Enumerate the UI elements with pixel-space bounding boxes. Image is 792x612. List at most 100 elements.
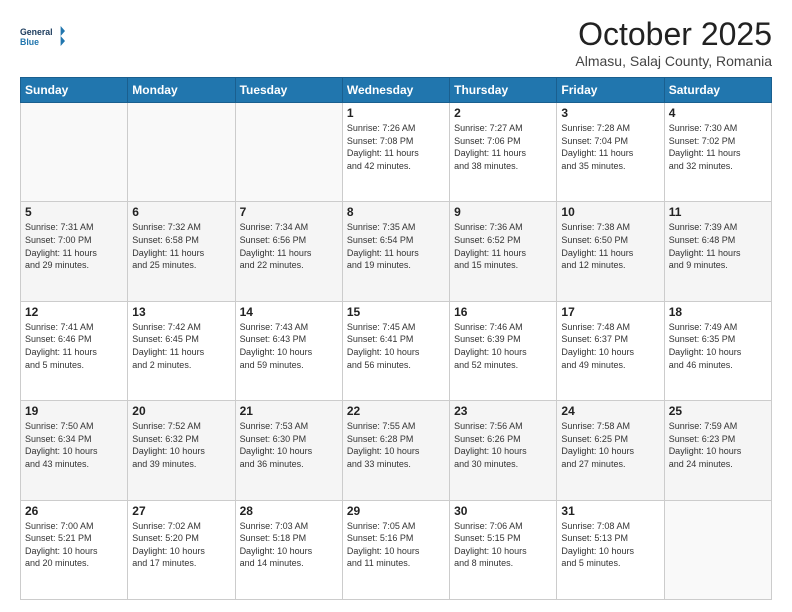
day-info: Sunrise: 7:30 AM Sunset: 7:02 PM Dayligh… xyxy=(669,122,767,172)
calendar-week-4: 19 Sunrise: 7:50 AM Sunset: 6:34 PM Dayli… xyxy=(21,401,772,500)
calendar-cell: 10Sunrise: 7:38 AM Sunset: 6:50 PM Dayli… xyxy=(557,202,664,301)
header-friday: Friday xyxy=(557,78,664,103)
day-info: Sunrise: 7:39 AM Sunset: 6:48 PM Dayligh… xyxy=(669,221,767,271)
day-info: Sunrise: 7:59 AM Sunset: 6:23 PM Dayligh… xyxy=(669,420,767,470)
day-number: 21 xyxy=(240,404,338,418)
day-info: Sunrise: 7:50 AM Sunset: 6:34 PM Dayligh… xyxy=(25,420,123,470)
calendar-cell: 11 Sunrise: 7:39 AM Sunset: 6:48 PM Dayli… xyxy=(664,202,771,301)
calendar-cell: 5 Sunrise: 7:31 AM Sunset: 7:00 PM Daylig… xyxy=(21,202,128,301)
calendar-cell: 26 Sunrise: 7:00 AM Sunset: 5:21 PM Dayli… xyxy=(21,500,128,599)
calendar-cell xyxy=(128,103,235,202)
calendar-cell: 25 Sunrise: 7:59 AM Sunset: 6:23 PM Dayli… xyxy=(664,401,771,500)
calendar-cell: 29Sunrise: 7:05 AM Sunset: 5:16 PM Dayli… xyxy=(342,500,449,599)
day-info: Sunrise: 7:08 AM Sunset: 5:13 PM Dayligh… xyxy=(561,520,659,570)
calendar-cell: 20 Sunrise: 7:52 AM Sunset: 6:32 PM Dayli… xyxy=(128,401,235,500)
day-number: 24 xyxy=(561,404,659,418)
day-info: Sunrise: 7:32 AM Sunset: 6:58 PM Dayligh… xyxy=(132,221,230,271)
day-number: 11 xyxy=(669,205,767,219)
header: GeneralBlue October 2025 Almasu, Salaj C… xyxy=(20,16,772,69)
day-info: Sunrise: 7:46 AM Sunset: 6:39 PM Dayligh… xyxy=(454,321,552,371)
calendar-week-2: 5 Sunrise: 7:31 AM Sunset: 7:00 PM Daylig… xyxy=(21,202,772,301)
day-info: Sunrise: 7:34 AM Sunset: 6:56 PM Dayligh… xyxy=(240,221,338,271)
title-block: October 2025 Almasu, Salaj County, Roman… xyxy=(575,16,772,69)
day-info: Sunrise: 7:58 AM Sunset: 6:25 PM Dayligh… xyxy=(561,420,659,470)
calendar-cell: 2 Sunrise: 7:27 AM Sunset: 7:06 PM Daylig… xyxy=(450,103,557,202)
header-sunday: Sunday xyxy=(21,78,128,103)
calendar-table: Sunday Monday Tuesday Wednesday Thursday… xyxy=(20,77,772,600)
calendar-cell: 31 Sunrise: 7:08 AM Sunset: 5:13 PM Dayli… xyxy=(557,500,664,599)
day-number: 8 xyxy=(347,205,445,219)
calendar-cell: 21 Sunrise: 7:53 AM Sunset: 6:30 PM Dayli… xyxy=(235,401,342,500)
calendar-cell: 9 Sunrise: 7:36 AM Sunset: 6:52 PM Daylig… xyxy=(450,202,557,301)
day-info: Sunrise: 7:02 AM Sunset: 5:20 PM Dayligh… xyxy=(132,520,230,570)
calendar-cell: 13Sunrise: 7:42 AM Sunset: 6:45 PM Dayli… xyxy=(128,301,235,400)
header-wednesday: Wednesday xyxy=(342,78,449,103)
day-number: 13 xyxy=(132,305,230,319)
calendar-cell: 4 Sunrise: 7:30 AM Sunset: 7:02 PM Daylig… xyxy=(664,103,771,202)
day-number: 2 xyxy=(454,106,552,120)
calendar-page: GeneralBlue October 2025 Almasu, Salaj C… xyxy=(0,0,792,612)
day-number: 14 xyxy=(240,305,338,319)
day-info: Sunrise: 7:56 AM Sunset: 6:26 PM Dayligh… xyxy=(454,420,552,470)
calendar-cell xyxy=(664,500,771,599)
day-info: Sunrise: 7:36 AM Sunset: 6:52 PM Dayligh… xyxy=(454,221,552,271)
calendar-week-5: 26 Sunrise: 7:00 AM Sunset: 5:21 PM Dayli… xyxy=(21,500,772,599)
day-number: 17 xyxy=(561,305,659,319)
day-number: 7 xyxy=(240,205,338,219)
day-info: Sunrise: 7:53 AM Sunset: 6:30 PM Dayligh… xyxy=(240,420,338,470)
calendar-cell: 19 Sunrise: 7:50 AM Sunset: 6:34 PM Dayli… xyxy=(21,401,128,500)
calendar-cell: 8 Sunrise: 7:35 AM Sunset: 6:54 PM Daylig… xyxy=(342,202,449,301)
day-info: Sunrise: 7:28 AM Sunset: 7:04 PM Dayligh… xyxy=(561,122,659,172)
day-number: 28 xyxy=(240,504,338,518)
calendar-cell: 18 Sunrise: 7:49 AM Sunset: 6:35 PM Dayli… xyxy=(664,301,771,400)
calendar-cell: 15 Sunrise: 7:45 AM Sunset: 6:41 PM Dayli… xyxy=(342,301,449,400)
day-number: 19 xyxy=(25,404,123,418)
calendar-cell: 24 Sunrise: 7:58 AM Sunset: 6:25 PM Dayli… xyxy=(557,401,664,500)
day-info: Sunrise: 7:00 AM Sunset: 5:21 PM Dayligh… xyxy=(25,520,123,570)
day-info: Sunrise: 7:41 AM Sunset: 6:46 PM Dayligh… xyxy=(25,321,123,371)
calendar-cell: 17 Sunrise: 7:48 AM Sunset: 6:37 PM Dayli… xyxy=(557,301,664,400)
day-number: 23 xyxy=(454,404,552,418)
calendar-cell: 30Sunrise: 7:06 AM Sunset: 5:15 PM Dayli… xyxy=(450,500,557,599)
calendar-cell: 1Sunrise: 7:26 AM Sunset: 7:08 PM Daylig… xyxy=(342,103,449,202)
day-info: Sunrise: 7:35 AM Sunset: 6:54 PM Dayligh… xyxy=(347,221,445,271)
day-number: 6 xyxy=(132,205,230,219)
day-number: 3 xyxy=(561,106,659,120)
day-info: Sunrise: 7:06 AM Sunset: 5:15 PM Dayligh… xyxy=(454,520,552,570)
day-info: Sunrise: 7:27 AM Sunset: 7:06 PM Dayligh… xyxy=(454,122,552,172)
calendar-week-1: 1Sunrise: 7:26 AM Sunset: 7:08 PM Daylig… xyxy=(21,103,772,202)
calendar-cell: 14 Sunrise: 7:43 AM Sunset: 6:43 PM Dayli… xyxy=(235,301,342,400)
day-info: Sunrise: 7:43 AM Sunset: 6:43 PM Dayligh… xyxy=(240,321,338,371)
header-thursday: Thursday xyxy=(450,78,557,103)
month-title: October 2025 xyxy=(575,16,772,53)
day-number: 4 xyxy=(669,106,767,120)
day-number: 1 xyxy=(347,106,445,120)
day-info: Sunrise: 7:55 AM Sunset: 6:28 PM Dayligh… xyxy=(347,420,445,470)
day-info: Sunrise: 7:05 AM Sunset: 5:16 PM Dayligh… xyxy=(347,520,445,570)
day-number: 25 xyxy=(669,404,767,418)
day-number: 20 xyxy=(132,404,230,418)
calendar-week-3: 12Sunrise: 7:41 AM Sunset: 6:46 PM Dayli… xyxy=(21,301,772,400)
calendar-cell: 22 Sunrise: 7:55 AM Sunset: 6:28 PM Dayli… xyxy=(342,401,449,500)
day-number: 10 xyxy=(561,205,659,219)
day-info: Sunrise: 7:49 AM Sunset: 6:35 PM Dayligh… xyxy=(669,321,767,371)
svg-text:General: General xyxy=(20,27,53,37)
day-info: Sunrise: 7:03 AM Sunset: 5:18 PM Dayligh… xyxy=(240,520,338,570)
calendar-cell xyxy=(21,103,128,202)
day-info: Sunrise: 7:45 AM Sunset: 6:41 PM Dayligh… xyxy=(347,321,445,371)
calendar-cell xyxy=(235,103,342,202)
day-info: Sunrise: 7:48 AM Sunset: 6:37 PM Dayligh… xyxy=(561,321,659,371)
calendar-cell: 27Sunrise: 7:02 AM Sunset: 5:20 PM Dayli… xyxy=(128,500,235,599)
day-info: Sunrise: 7:52 AM Sunset: 6:32 PM Dayligh… xyxy=(132,420,230,470)
day-number: 22 xyxy=(347,404,445,418)
header-saturday: Saturday xyxy=(664,78,771,103)
day-number: 15 xyxy=(347,305,445,319)
day-info: Sunrise: 7:31 AM Sunset: 7:00 PM Dayligh… xyxy=(25,221,123,271)
day-number: 9 xyxy=(454,205,552,219)
day-number: 5 xyxy=(25,205,123,219)
day-number: 18 xyxy=(669,305,767,319)
day-headers: Sunday Monday Tuesday Wednesday Thursday… xyxy=(21,78,772,103)
day-number: 26 xyxy=(25,504,123,518)
calendar-cell: 7 Sunrise: 7:34 AM Sunset: 6:56 PM Daylig… xyxy=(235,202,342,301)
day-number: 31 xyxy=(561,504,659,518)
